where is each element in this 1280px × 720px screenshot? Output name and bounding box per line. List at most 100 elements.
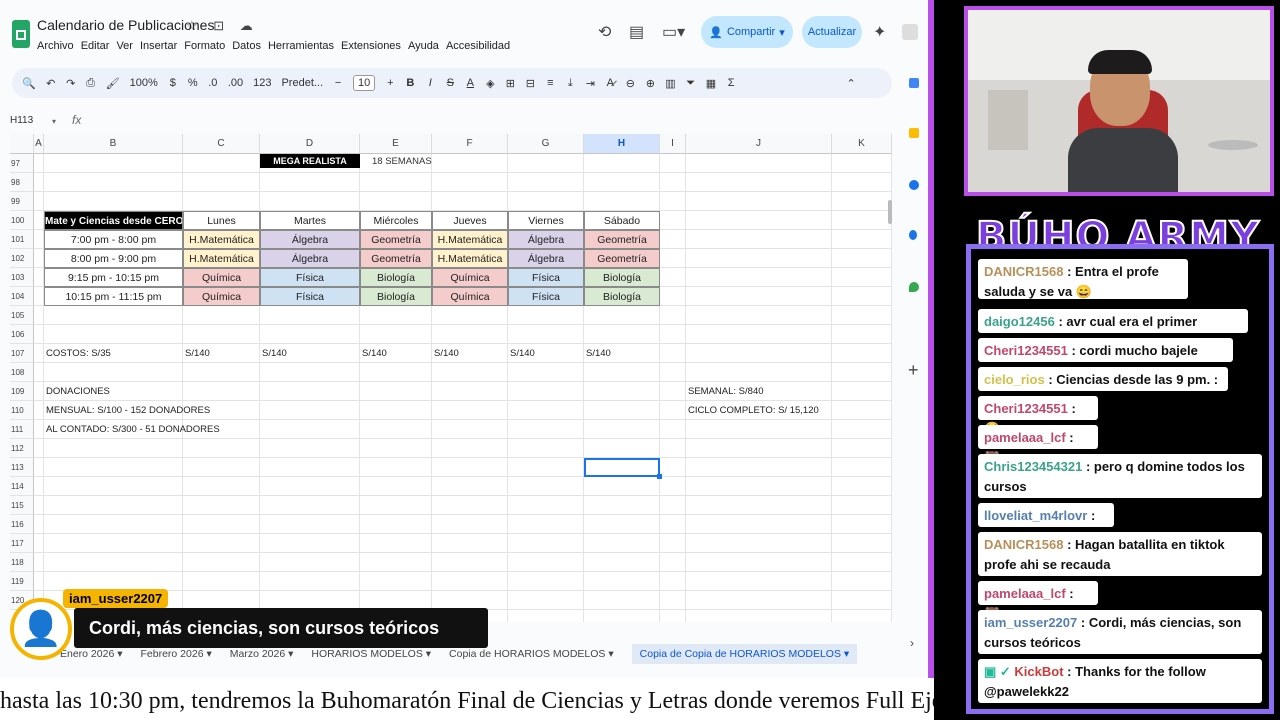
minus-icon[interactable]: − [333,77,343,89]
filter-icon[interactable]: ⏷ [686,77,696,90]
chat-username[interactable]: lloveliat_m4rlovr [984,508,1087,523]
sheets-logo-icon[interactable] [12,20,30,48]
row-header[interactable]: 106 [10,325,34,344]
italic-icon[interactable]: I [425,77,435,89]
cost-cell[interactable]: S/140 [432,344,508,363]
row-header[interactable]: 118 [10,553,34,572]
schedule-course[interactable]: H.Matemática [432,249,508,268]
chart-icon[interactable]: ▥ [665,77,675,90]
row-header[interactable]: 105 [10,306,34,325]
row-header[interactable]: 101 [10,230,34,249]
functions-icon[interactable]: Σ [726,77,736,89]
schedule-course[interactable]: H.Matemática [432,230,508,249]
menu-editar[interactable]: Editar [81,40,110,52]
schedule-day-header[interactable]: Lunes [183,211,260,230]
row-header[interactable]: 112 [10,439,34,458]
chat-username[interactable]: Cheri1234551 [984,343,1068,358]
row-header[interactable]: 102 [10,249,34,268]
decrease-decimal-button[interactable]: .0 [208,77,218,89]
schedule-day-header[interactable]: Jueves [432,211,508,230]
menu-insertar[interactable]: Insertar [140,40,177,52]
cost-cell[interactable]: COSTOS: S/35 [44,344,183,363]
cost-cell[interactable]: S/140 [508,344,584,363]
row-header[interactable]: 114 [10,477,34,496]
calendar-icon[interactable] [909,78,919,88]
schedule-course[interactable]: Biología [584,268,660,287]
menu-extensiones[interactable]: Extensiones [341,40,401,52]
share-button[interactable]: 👤 Compartir ▾ [701,16,793,48]
history-icon[interactable]: ⟲ [598,22,611,42]
column-header-c[interactable]: C [183,134,260,154]
text-color-icon[interactable]: A [465,77,475,89]
row-header[interactable]: 117 [10,534,34,553]
row-header[interactable]: 119 [10,572,34,591]
print-icon[interactable]: ⎙ [86,77,96,90]
schedule-course[interactable]: Química [183,268,260,287]
cost-cell[interactable]: S/140 [360,344,432,363]
schedule-course[interactable]: Biología [360,268,432,287]
expand-panel-icon[interactable]: › [910,636,914,650]
row-header[interactable]: 108 [10,363,34,382]
keep-icon[interactable] [909,128,919,138]
menu-ver[interactable]: Ver [116,40,133,52]
row-header[interactable]: 100 [10,211,34,230]
rotate-icon[interactable]: A̷ [605,77,615,89]
chat-username[interactable]: pamelaaa_lcf [984,430,1066,445]
schedule-time[interactable]: 7:00 pm - 8:00 pm [44,230,183,249]
column-header-g[interactable]: G [508,134,584,154]
name-box[interactable]: H113 [10,115,33,126]
chat-username[interactable]: Chris123454321 [984,459,1082,474]
schedule-day-header[interactable]: Viernes [508,211,584,230]
tab-copia-horarios[interactable]: Copia de HORARIOS MODELOS ▾ [449,648,614,660]
menu-formato[interactable]: Formato [184,40,225,52]
row-header[interactable]: 97 [10,154,34,173]
schedule-course[interactable]: Física [508,268,584,287]
column-header-a[interactable]: A [34,134,44,154]
chat-username[interactable]: DANICR1568 [984,264,1063,279]
paint-format-icon[interactable]: 🖌 [106,77,120,90]
schedule-course[interactable]: Álgebra [508,249,584,268]
tab-horarios-modelos[interactable]: HORARIOS MODELOS ▾ [311,648,431,660]
row-header[interactable]: 99 [10,192,34,211]
comments-icon[interactable]: ▤ [629,22,644,42]
row-header[interactable]: 111 [10,420,34,439]
tasks-icon[interactable] [909,180,919,190]
chat-username[interactable]: daigo12456 [984,314,1055,329]
comment-add-icon[interactable]: ⊕ [645,77,655,90]
row-header[interactable]: 110 [10,401,34,420]
schedule-course[interactable]: Geometría [360,249,432,268]
column-header-k[interactable]: K [832,134,892,154]
schedule-course[interactable]: Química [183,287,260,306]
namebox-dropdown-icon[interactable]: ▾ [52,117,56,126]
schedule-course[interactable]: Física [260,268,360,287]
tab-copia-copia-horarios[interactable]: Copia de Copia de HORARIOS MODELOS ▾ [631,644,858,664]
redo-icon[interactable]: ↷ [66,77,76,90]
semanal-label[interactable]: SEMANAL: S/840 [686,382,832,401]
row-header[interactable]: 98 [10,173,34,192]
column-header-f[interactable]: F [432,134,508,154]
currency-button[interactable]: $ [168,77,178,89]
menu-accesibilidad[interactable]: Accesibilidad [446,40,510,52]
bold-icon[interactable]: B [405,77,415,89]
schedule-course[interactable]: Álgebra [508,230,584,249]
chat-username[interactable]: cielo_rios [984,372,1045,387]
schedule-day-header[interactable]: Sábado [584,211,660,230]
cost-cell[interactable]: S/140 [260,344,360,363]
menu-datos[interactable]: Datos [232,40,261,52]
collapse-toolbar-icon[interactable]: ⌃ [846,77,856,90]
mensual-label[interactable]: MENSUAL: S/100 - 152 DONADORES [44,401,344,420]
schedule-course[interactable]: Física [260,287,360,306]
row-header[interactable]: 116 [10,515,34,534]
wrap-icon[interactable]: ⇥ [585,77,595,90]
row-header[interactable]: 104 [10,287,34,306]
column-header-e[interactable]: E [360,134,432,154]
borders-icon[interactable]: ⊞ [505,77,515,90]
schedule-day-header[interactable]: Martes [260,211,360,230]
menu-herramientas[interactable]: Herramientas [268,40,334,52]
vertical-scrollbar[interactable] [888,200,892,224]
column-header-i[interactable]: I [660,134,686,154]
table-icon[interactable]: ▦ [706,77,716,90]
undo-icon[interactable]: ↶ [46,77,56,90]
link-icon[interactable]: ⊖ [625,77,635,90]
contado-label[interactable]: AL CONTADO: S/300 - 51 DONADORES [44,420,344,439]
